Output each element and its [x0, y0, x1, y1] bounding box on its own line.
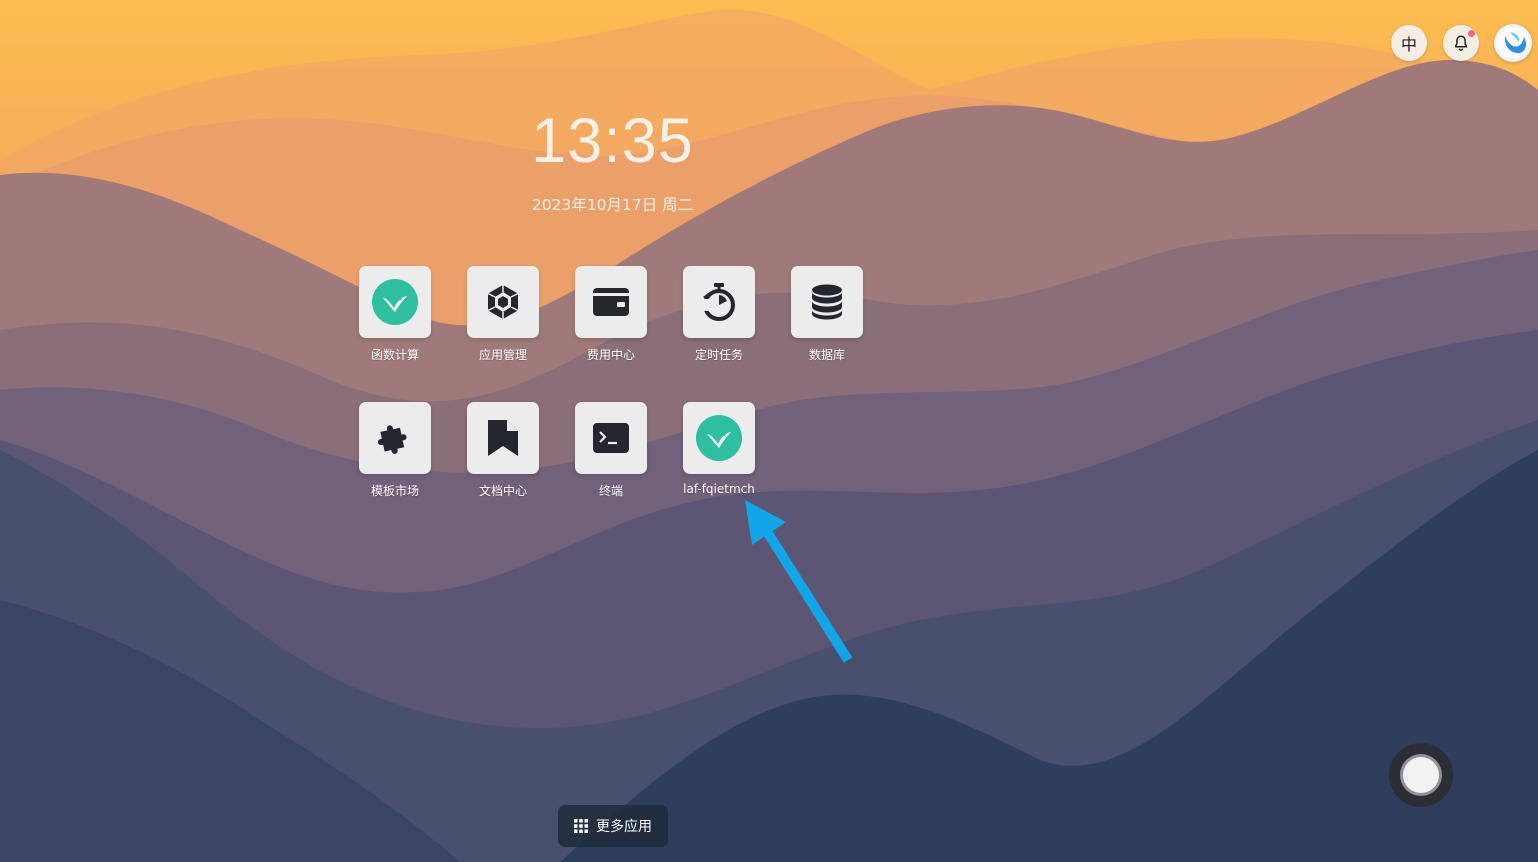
notification-dot — [1468, 30, 1475, 37]
app-icon-tile[interactable] — [683, 402, 755, 474]
app-billing-center[interactable]: 费用中心 — [561, 266, 661, 363]
puzzle-icon — [378, 425, 407, 454]
language-switch-button[interactable]: 中 — [1391, 25, 1427, 61]
app-manage-icon — [487, 285, 519, 319]
app-laf-fqietmch[interactable]: laf-fqietmch — [669, 402, 769, 496]
app-label: 定时任务 — [694, 348, 743, 362]
app-database[interactable]: 数据库 — [777, 266, 877, 363]
notification-button[interactable] — [1443, 25, 1479, 61]
app-docs-center[interactable]: 文档中心 — [453, 402, 553, 499]
app-label: 模板市场 — [370, 484, 419, 498]
app-label: 数据库 — [808, 348, 845, 362]
app-label: laf-fqietmch — [683, 482, 755, 496]
app-label: 终端 — [598, 484, 623, 498]
language-label: 中 — [1400, 35, 1417, 54]
app-icon-tile[interactable] — [575, 402, 647, 474]
avatar[interactable] — [1494, 24, 1532, 62]
assistive-button-knob — [1403, 757, 1439, 793]
clock-date: 2023年10月17日 周二 — [531, 196, 694, 214]
app-app-management[interactable]: 应用管理 — [453, 266, 553, 363]
clock-time: 13:35 — [531, 106, 694, 176]
wallet-icon — [593, 288, 629, 316]
app-terminal[interactable]: 终端 — [561, 402, 661, 499]
app-icon-tile[interactable] — [575, 266, 647, 338]
app-label: 应用管理 — [478, 348, 527, 362]
app-icon-tile[interactable] — [683, 266, 755, 338]
user-avatar-logo — [1497, 27, 1529, 59]
bell-icon — [1455, 35, 1467, 51]
app-icon-tile[interactable] — [359, 266, 431, 338]
laf-logo-icon — [372, 279, 418, 325]
wallpaper-mountains — [0, 0, 1538, 862]
database-icon — [812, 284, 842, 320]
app-template-market[interactable]: 模板市场 — [345, 402, 445, 499]
app-icon-tile[interactable] — [467, 402, 539, 474]
app-scheduled-tasks[interactable]: 定时任务 — [669, 266, 769, 363]
laf-logo-icon — [696, 415, 742, 461]
app-icon-tile[interactable] — [359, 402, 431, 474]
more-apps-label: 更多应用 — [596, 819, 652, 835]
more-apps-button[interactable]: 更多应用 — [558, 805, 668, 847]
app-icon-tile[interactable] — [791, 266, 863, 338]
app-label: 费用中心 — [586, 348, 635, 362]
app-function-compute[interactable]: 函数计算 — [345, 266, 445, 363]
timer-icon — [701, 283, 735, 321]
bookmark-doc-icon — [488, 420, 518, 456]
app-icon-tile[interactable] — [467, 266, 539, 338]
app-label: 文档中心 — [478, 484, 527, 498]
floating-assistive-button[interactable] — [1389, 743, 1453, 807]
terminal-icon — [593, 423, 629, 453]
app-label: 函数计算 — [370, 348, 419, 362]
grid-icon — [574, 819, 588, 833]
